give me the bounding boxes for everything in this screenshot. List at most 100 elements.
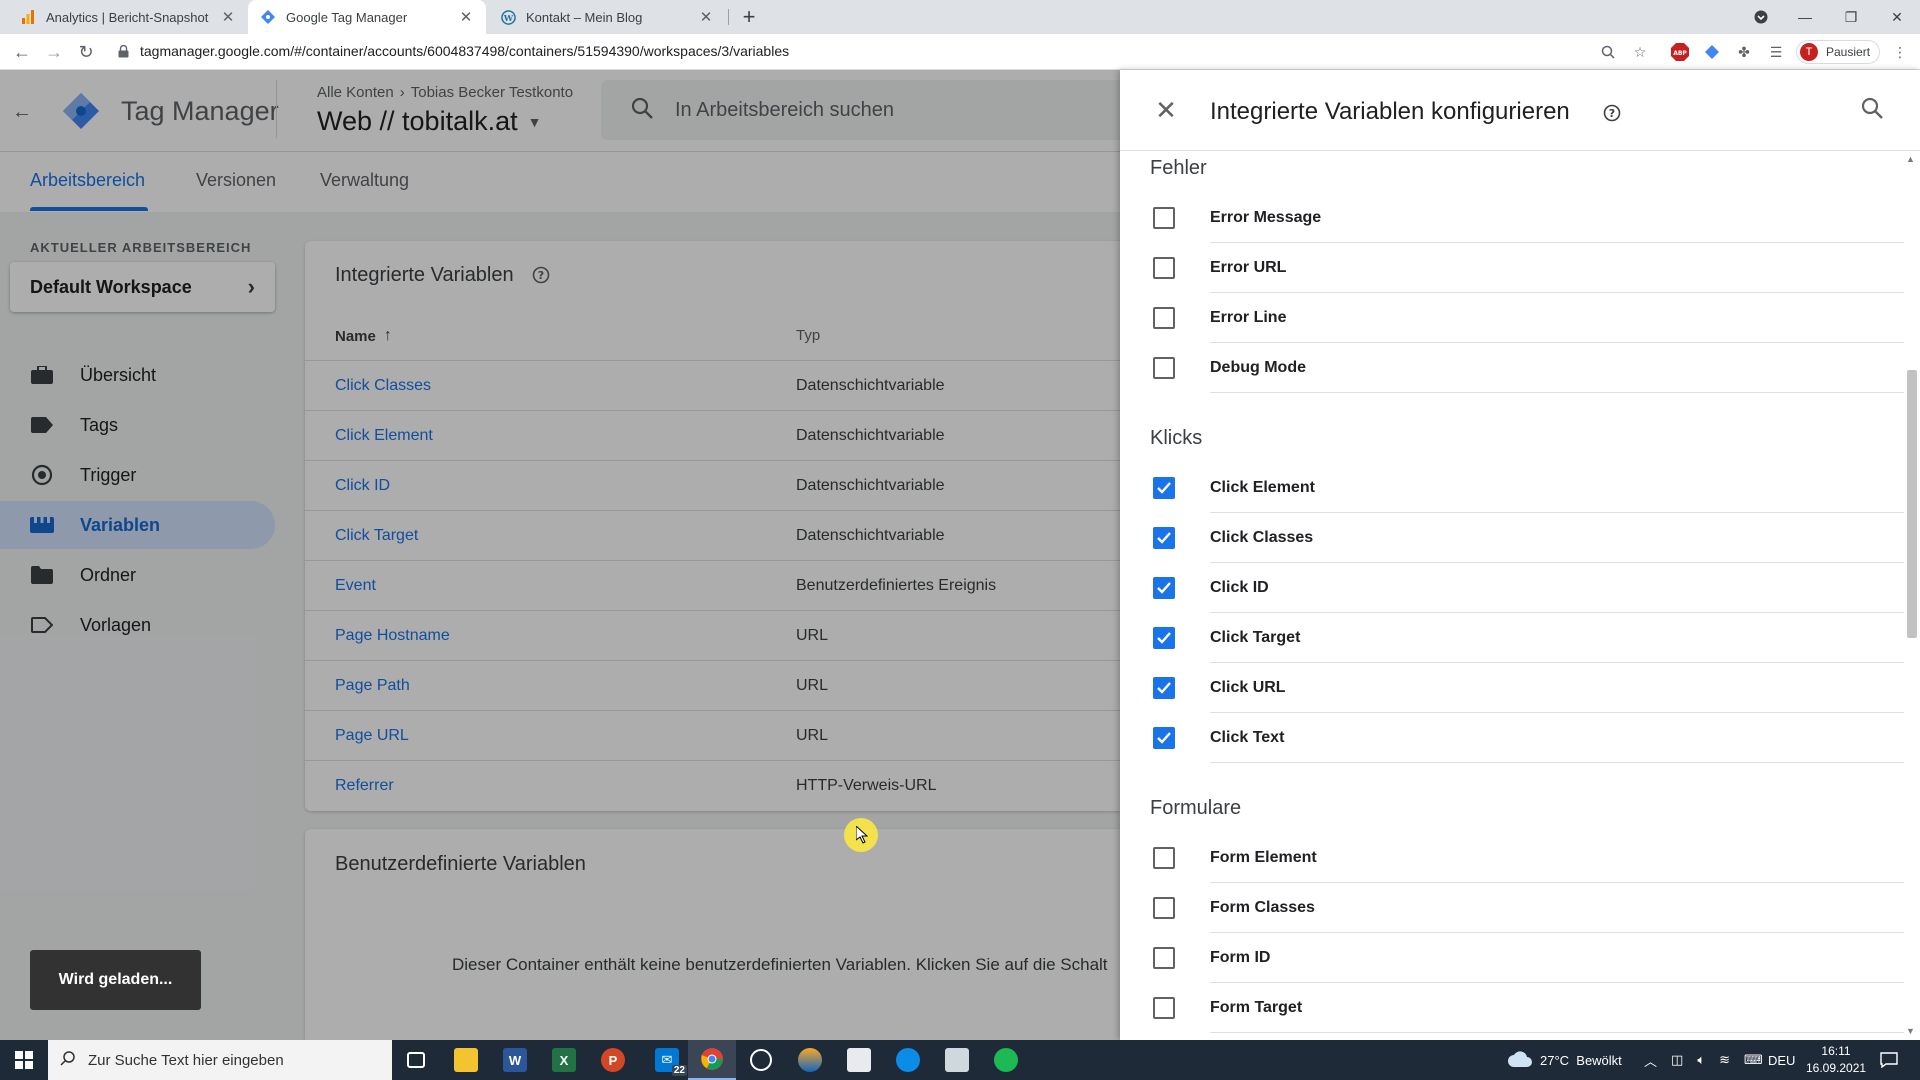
help-icon[interactable]: ? [1603, 104, 1621, 127]
scroll-up-arrow-icon[interactable]: ▲ [1906, 154, 1915, 164]
option-click-target[interactable]: Click Target [1150, 613, 1904, 663]
taskbar-search-input[interactable]: Zur Suche Text hier eingeben [48, 1040, 392, 1080]
option-error-message[interactable]: Error Message [1150, 193, 1904, 243]
profile-chip[interactable]: T Pausiert [1796, 40, 1880, 64]
section-title-clicks: Klicks [1150, 427, 1203, 449]
option-click-classes[interactable]: Click Classes [1150, 513, 1904, 563]
scroll-down-arrow-icon[interactable]: ▼ [1906, 1026, 1915, 1036]
checkbox[interactable] [1153, 947, 1175, 969]
bookmark-star-icon[interactable]: ☆ [1630, 42, 1650, 62]
close-icon[interactable]: ✕ [1152, 96, 1180, 124]
app-icon[interactable] [933, 1040, 981, 1080]
keyboard-icon[interactable]: ⌨︎ [1744, 1052, 1763, 1068]
notifications-icon[interactable] [1880, 1040, 1898, 1080]
powerpoint-icon[interactable]: P [589, 1040, 637, 1080]
section-title-forms: Formulare [1150, 797, 1242, 819]
extensions-puzzle-icon[interactable]: ✤ [1734, 42, 1754, 62]
mail-icon[interactable]: ✉ 22 [643, 1040, 691, 1080]
option-form-element[interactable]: Form Element [1150, 833, 1904, 883]
file-explorer-icon[interactable] [442, 1040, 490, 1080]
option-error-url[interactable]: Error URL [1150, 243, 1904, 293]
option-error-line[interactable]: Error Line [1150, 293, 1904, 343]
panel-title: Integrierte Variablen konfigurieren [1210, 98, 1570, 125]
word-icon[interactable]: W [491, 1040, 539, 1080]
option-form-target[interactable]: Form Target [1150, 983, 1904, 1033]
checkmark-icon [1157, 732, 1171, 744]
minimize-icon[interactable]: — [1782, 0, 1828, 34]
search-icon[interactable] [1860, 96, 1884, 125]
app-icon[interactable] [835, 1040, 883, 1080]
checkbox[interactable] [1153, 847, 1175, 869]
checkbox-checked[interactable] [1153, 627, 1175, 649]
network-icon[interactable]: ◫ [1671, 1052, 1683, 1068]
option-form-classes[interactable]: Form Classes [1150, 883, 1904, 933]
svg-text:ABP: ABP [1673, 50, 1687, 57]
tab-separator [728, 9, 729, 25]
checkbox[interactable] [1153, 897, 1175, 919]
task-view-icon[interactable] [392, 1040, 440, 1080]
option-click-url[interactable]: Click URL [1150, 663, 1904, 713]
analytics-icon [20, 9, 36, 25]
scrollbar-thumb[interactable] [1907, 370, 1917, 638]
browser-tab-gtm[interactable]: Google Tag Manager ✕ [248, 0, 486, 34]
url-text[interactable]: tagmanager.google.com/#/container/accoun… [140, 43, 789, 59]
forward-icon[interactable]: → [42, 40, 66, 64]
search-icon [60, 1050, 76, 1070]
option-click-text[interactable]: Click Text [1150, 713, 1904, 763]
weather-widget[interactable]: 27°C Bewölkt [1508, 1040, 1622, 1080]
cloud-icon [1508, 1050, 1532, 1070]
clock[interactable]: 16:11 16.09.2021 [1806, 1043, 1866, 1077]
obs-icon[interactable] [737, 1040, 785, 1080]
checkbox-checked[interactable] [1153, 727, 1175, 749]
input-language[interactable]: DEU [1768, 1040, 1795, 1080]
tag-assistant-icon[interactable] [1702, 42, 1722, 62]
checkbox-checked[interactable] [1153, 477, 1175, 499]
close-icon[interactable]: ✕ [220, 8, 236, 26]
checkbox[interactable] [1153, 257, 1175, 279]
edge-icon[interactable] [884, 1040, 932, 1080]
checkbox-checked[interactable] [1153, 677, 1175, 699]
pointer-icon [855, 824, 869, 849]
adblock-icon[interactable]: ABP [1670, 42, 1690, 62]
checkbox-checked[interactable] [1153, 577, 1175, 599]
checkmark-icon [1157, 482, 1171, 494]
reload-icon[interactable]: ↻ [74, 40, 98, 64]
chevron-up-icon[interactable]: ︿ [1644, 1051, 1657, 1070]
spotify-icon[interactable] [982, 1040, 1030, 1080]
new-tab-button[interactable]: + [736, 4, 762, 30]
checkmark-icon [1157, 582, 1171, 594]
wifi-icon[interactable]: ≋ [1719, 1052, 1730, 1068]
back-icon[interactable]: ← [10, 40, 34, 64]
checkbox[interactable] [1153, 307, 1175, 329]
mail-badge: 22 [671, 1065, 687, 1076]
windows-start-icon[interactable] [0, 1040, 48, 1080]
lock-icon [118, 44, 129, 63]
checkbox-checked[interactable] [1153, 527, 1175, 549]
modal-scrim[interactable] [0, 70, 1120, 1040]
section-title-errors: Fehler [1150, 157, 1207, 179]
reading-list-icon[interactable]: ☰ [1766, 42, 1786, 62]
app-icon[interactable] [786, 1040, 834, 1080]
wordpress-icon: W [500, 9, 516, 25]
browser-tab-analytics[interactable]: Analytics | Bericht-Snapshot ✕ [8, 0, 248, 34]
restore-icon[interactable]: ❐ [1828, 0, 1874, 34]
zoom-icon[interactable] [1598, 42, 1618, 62]
browser-tab-blog[interactable]: W Kontakt – Mein Blog ✕ [488, 0, 726, 34]
close-icon[interactable]: ✕ [698, 8, 714, 26]
loading-toast: Wird geladen... [30, 950, 201, 1010]
checkbox[interactable] [1153, 357, 1175, 379]
excel-icon[interactable]: X [540, 1040, 588, 1080]
checkbox[interactable] [1153, 207, 1175, 229]
option-debug-mode[interactable]: Debug Mode [1150, 343, 1904, 393]
chrome-icon[interactable] [688, 1040, 736, 1080]
checkbox[interactable] [1153, 997, 1175, 1019]
checkmark-icon [1157, 532, 1171, 544]
option-form-id[interactable]: Form ID [1150, 933, 1904, 983]
tab-search-icon[interactable] [1738, 0, 1784, 34]
option-click-id[interactable]: Click ID [1150, 563, 1904, 613]
close-icon[interactable]: ✕ [458, 8, 474, 26]
option-click-element[interactable]: Click Element [1150, 463, 1904, 513]
volume-icon[interactable]: 🔈︎ [1697, 1052, 1705, 1068]
browser-menu-icon[interactable]: ⋮ [1890, 42, 1910, 62]
window-close-icon[interactable]: ✕ [1874, 0, 1920, 34]
